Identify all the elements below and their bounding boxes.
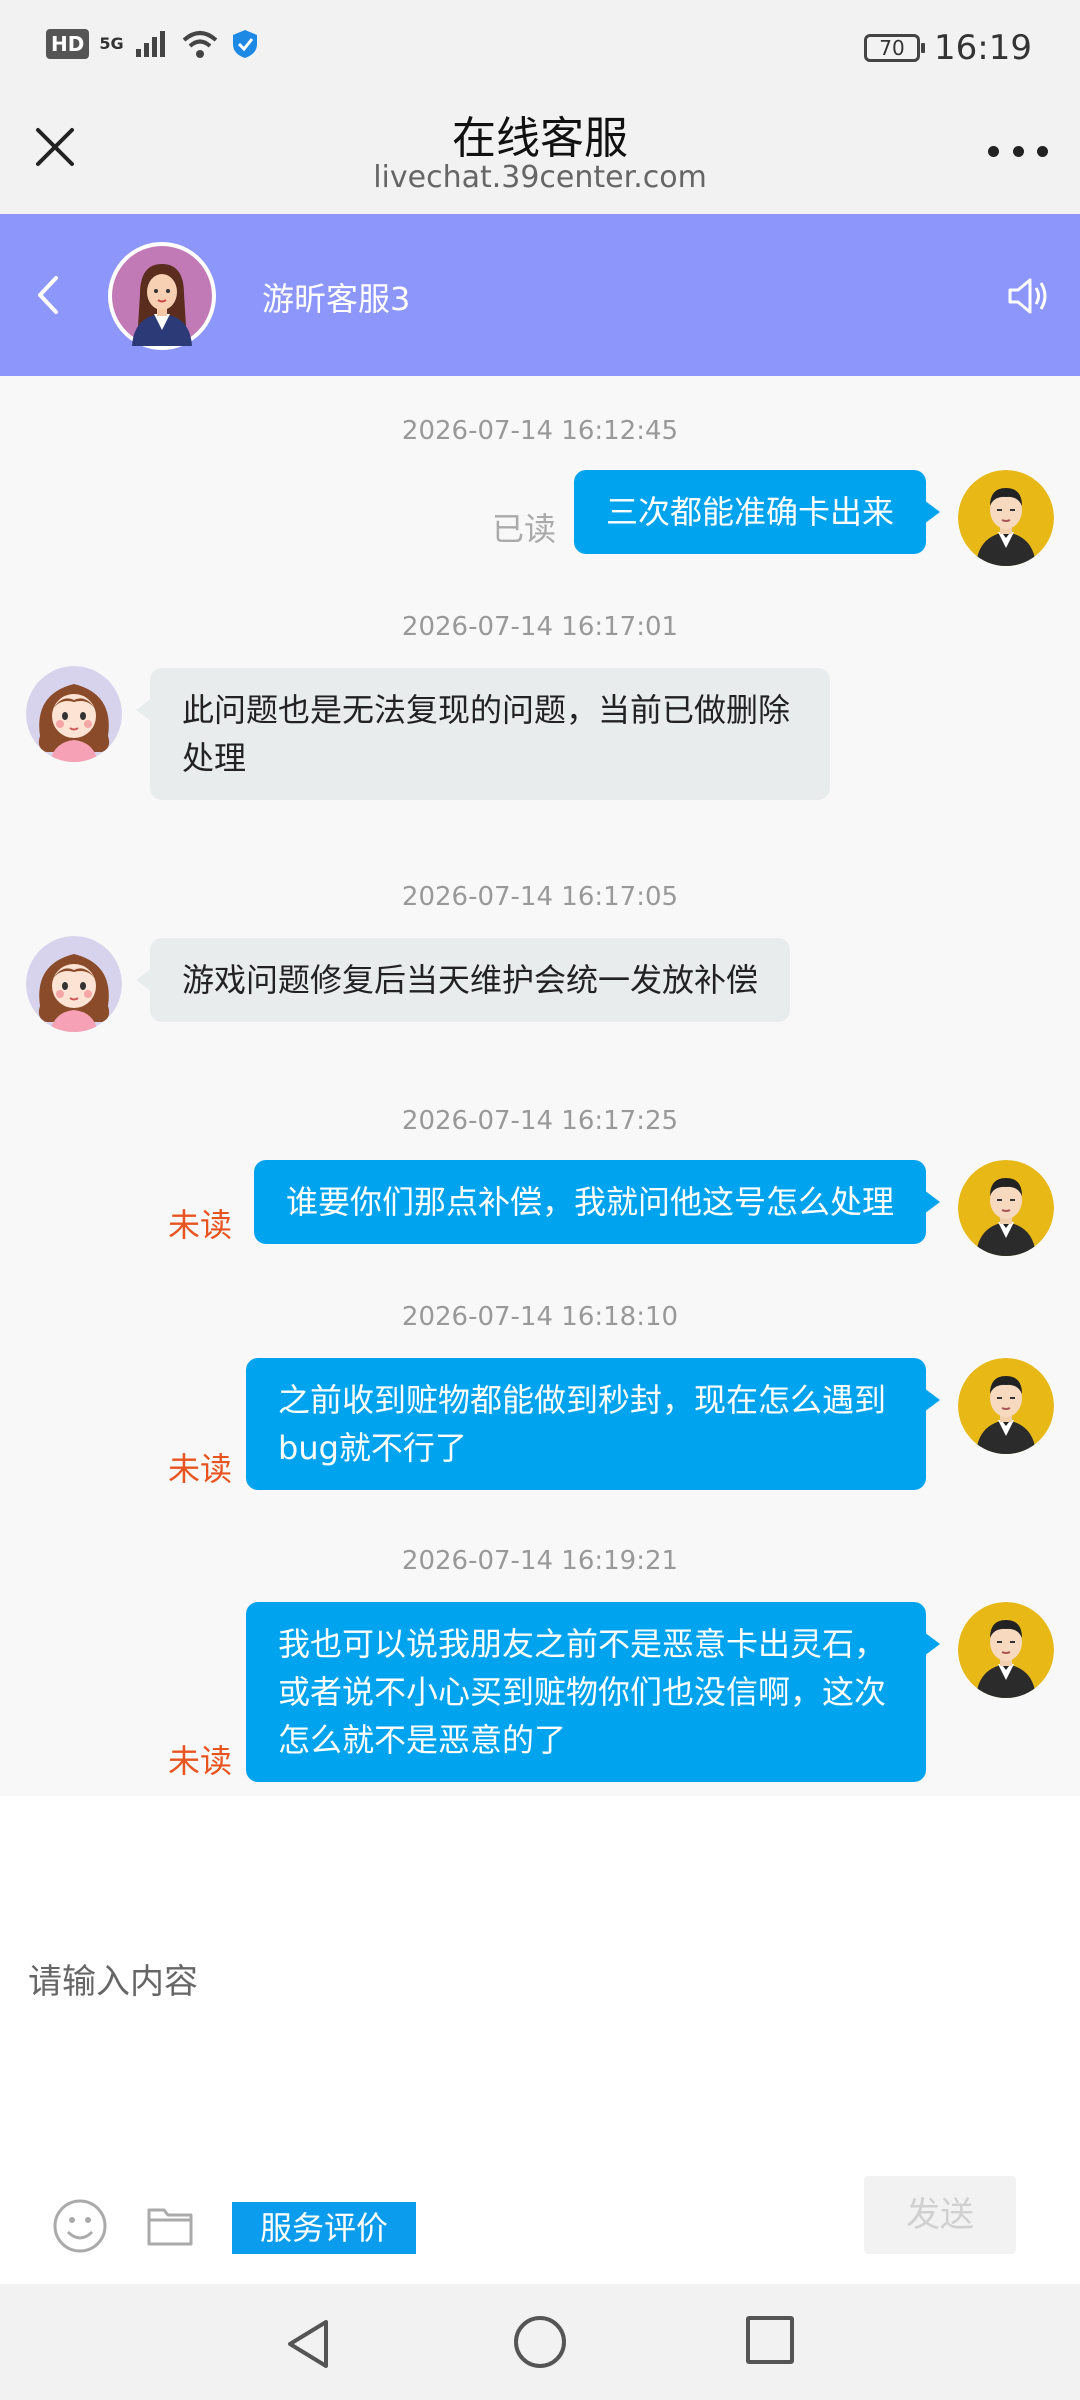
battery-indicator: 70 — [864, 34, 926, 62]
status-bar: HD 5G 70 16:19 — [0, 0, 1080, 96]
user-avatar — [958, 470, 1054, 566]
dot-icon — [1037, 145, 1048, 157]
composer: 服务评价 发送 — [0, 1796, 1080, 2284]
user-avatar — [958, 1160, 1054, 1256]
shield-icon — [232, 30, 257, 58]
message-timestamp: 2026-07-14 16:17:25 — [401, 1106, 679, 1136]
user-portrait-icon — [958, 1358, 1054, 1454]
folder-icon[interactable] — [146, 2204, 194, 2248]
page-title: 在线客服 — [452, 113, 628, 164]
hd-badge: HD — [46, 29, 90, 59]
nav-recent-apps-icon[interactable] — [746, 2316, 794, 2364]
chat-header: 游昕客服3 — [0, 214, 1080, 376]
message-timestamp: 2026-07-14 16:19:21 — [401, 1546, 679, 1576]
agent-avatar — [108, 242, 216, 350]
status-icons-left: HD 5G — [46, 28, 260, 60]
signal-icon — [135, 31, 165, 57]
message-input[interactable] — [28, 1952, 1028, 2012]
title-bar: 在线客服 livechat.39center.com — [0, 96, 1080, 214]
dot-icon — [988, 145, 999, 157]
agent-message-bubble[interactable]: 此问题也是无法复现的问题，当前已做删除处理 — [136, 668, 830, 800]
page-url: livechat.39center.com — [373, 160, 707, 195]
agent-cartoon-icon — [26, 936, 122, 1032]
unread-status: 未读 — [168, 1206, 233, 1244]
user-portrait-icon — [958, 470, 1054, 566]
user-portrait-icon — [958, 1160, 1054, 1256]
agent-message-bubble[interactable]: 游戏问题修复后当天维护会统一发放补偿 — [135, 938, 791, 1022]
send-button[interactable]: 发送 — [864, 2176, 1016, 2254]
system-nav-bar — [0, 2284, 1080, 2400]
message-timestamp: 2026-07-14 16:17:01 — [401, 612, 679, 642]
read-status: 已读 — [492, 510, 557, 548]
agent-avatar — [26, 666, 122, 762]
more-options-button[interactable] — [988, 136, 1048, 166]
user-avatar — [958, 1358, 1054, 1454]
user-portrait-icon — [958, 1602, 1054, 1698]
service-rating-button[interactable]: 服务评价 — [232, 2202, 416, 2254]
emoji-icon[interactable] — [52, 2198, 108, 2254]
user-message-bubble[interactable]: 三次都能准确卡出来 — [573, 470, 941, 554]
user-message-bubble[interactable]: 我也可以说我朋友之前不是恶意卡出灵石，或者说不小心买到赃物你们也没信啊，这次怎么… — [246, 1602, 940, 1782]
agent-cartoon-icon — [26, 666, 122, 762]
message-timestamp: 2026-07-14 16:12:45 — [401, 416, 679, 446]
dot-icon — [1012, 145, 1024, 157]
wifi-icon — [182, 31, 217, 58]
speaker-icon[interactable] — [1006, 274, 1052, 318]
status-time: 16:19 — [934, 28, 1032, 68]
user-message-bubble[interactable]: 之前收到赃物都能做到秒封，现在怎么遇到bug就不行了 — [246, 1358, 940, 1490]
unread-status: 未读 — [168, 1450, 233, 1488]
message-timestamp: 2026-07-14 16:17:05 — [401, 882, 679, 912]
user-avatar — [958, 1602, 1054, 1698]
agent-portrait-icon — [112, 246, 212, 346]
message-timestamp: 2026-07-14 16:18:10 — [401, 1302, 679, 1332]
agent-name: 游昕客服3 — [262, 280, 411, 318]
status-icons-right: 70 16:19 — [864, 28, 1032, 68]
chevron-left-icon[interactable] — [30, 272, 66, 318]
message-list[interactable]: 2026-07-14 16:12:45 已读 三次都能准确卡出来 2026-07… — [0, 376, 1080, 1796]
user-message-bubble[interactable]: 谁要你们那点补偿，我就问他这号怎么处理 — [253, 1160, 941, 1244]
network-type: 5G — [99, 34, 124, 53]
agent-avatar — [26, 936, 122, 1032]
nav-back-icon[interactable] — [282, 2316, 334, 2372]
nav-home-icon[interactable] — [514, 2316, 566, 2368]
unread-status: 未读 — [168, 1742, 233, 1780]
